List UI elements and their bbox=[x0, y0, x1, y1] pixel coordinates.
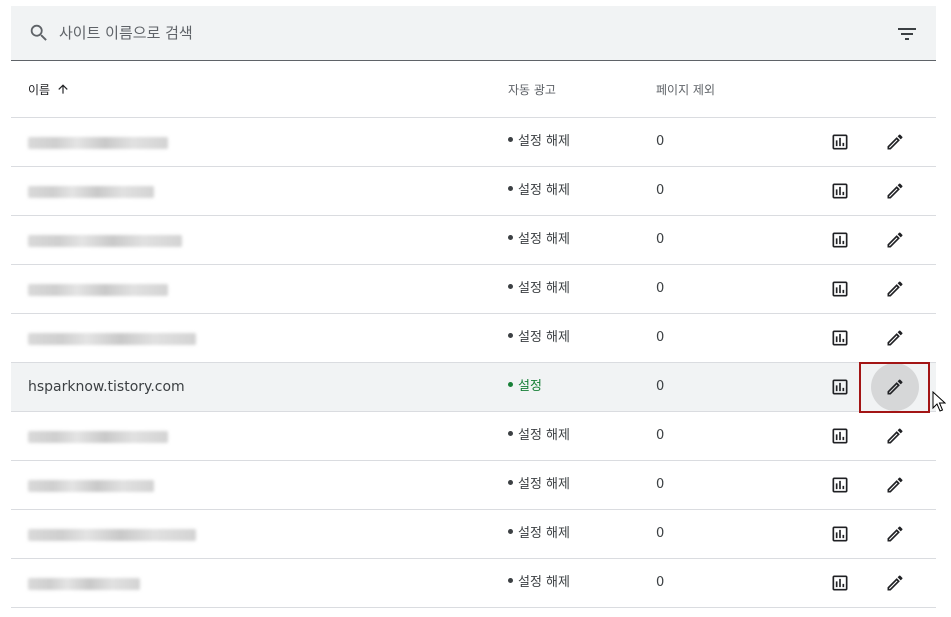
excluded-pages-count: 0 bbox=[656, 477, 665, 492]
auto-ads-status-label: 설정 해제 bbox=[518, 575, 570, 590]
column-header-auto-ads: 자동 광고 bbox=[508, 83, 556, 97]
table-row[interactable]: 설정 해제 0 bbox=[11, 167, 936, 216]
excluded-pages-count: 0 bbox=[656, 134, 665, 149]
pencil-icon[interactable] bbox=[885, 328, 905, 348]
bar-chart-icon[interactable] bbox=[830, 181, 850, 201]
pencil-icon[interactable] bbox=[885, 279, 905, 299]
auto-ads-status: 설정 해제 bbox=[508, 314, 570, 362]
status-dot-icon bbox=[508, 333, 513, 338]
bar-chart-icon[interactable] bbox=[830, 328, 850, 348]
excluded-pages-count: 0 bbox=[656, 232, 665, 247]
filter-icon[interactable] bbox=[895, 22, 919, 46]
auto-ads-status-label: 설정 해제 bbox=[518, 330, 570, 345]
excluded-pages-count: 0 bbox=[656, 183, 665, 198]
table-row[interactable]: 설정 해제 0 bbox=[11, 216, 936, 265]
auto-ads-status-label: 설정 bbox=[518, 379, 542, 394]
pencil-icon[interactable] bbox=[885, 426, 905, 446]
search-icon bbox=[30, 24, 47, 41]
pencil-icon[interactable] bbox=[885, 230, 905, 250]
column-header-excluded-pages: 페이지 제외 bbox=[656, 83, 716, 97]
excluded-pages-count: 0 bbox=[656, 281, 665, 296]
auto-ads-status: 설정 해제 bbox=[508, 216, 570, 264]
status-dot-icon bbox=[508, 186, 513, 191]
site-name-redacted bbox=[28, 529, 196, 541]
auto-ads-status-label: 설정 해제 bbox=[518, 428, 570, 443]
excluded-pages-count: 0 bbox=[656, 379, 665, 394]
pencil-icon[interactable] bbox=[885, 132, 905, 152]
bar-chart-icon[interactable] bbox=[830, 524, 850, 544]
table-row[interactable]: 설정 해제 0 bbox=[11, 412, 936, 461]
auto-ads-status-label: 설정 해제 bbox=[518, 232, 570, 247]
status-dot-icon bbox=[508, 382, 513, 387]
status-dot-icon bbox=[508, 235, 513, 240]
status-dot-icon bbox=[508, 431, 513, 436]
column-header-name-label: 이름 bbox=[28, 83, 51, 97]
auto-ads-status: 설정 해제 bbox=[508, 118, 570, 166]
site-name-redacted bbox=[28, 333, 196, 345]
auto-ads-status-label: 설정 해제 bbox=[518, 477, 570, 492]
pencil-icon[interactable] bbox=[885, 524, 905, 544]
bar-chart-icon[interactable] bbox=[830, 426, 850, 446]
status-dot-icon bbox=[508, 480, 513, 485]
table-row[interactable]: 설정 해제 0 bbox=[11, 559, 936, 608]
auto-ads-status: 설정 해제 bbox=[508, 412, 570, 460]
site-name-redacted bbox=[28, 480, 154, 492]
status-dot-icon bbox=[508, 284, 513, 289]
excluded-pages-count: 0 bbox=[656, 526, 665, 541]
auto-ads-status: 설정 해제 bbox=[508, 167, 570, 215]
site-name-redacted bbox=[28, 284, 168, 296]
sites-table: 이름 자동 광고 페이지 제외 설정 해제 0 설정 해제 0 설정 해제 0 설정 해제 0… bbox=[11, 62, 946, 608]
site-name-redacted bbox=[28, 186, 154, 198]
bar-chart-icon[interactable] bbox=[830, 573, 850, 593]
table-row[interactable]: 설정 해제 0 bbox=[11, 118, 936, 167]
status-dot-icon bbox=[508, 578, 513, 583]
excluded-pages-count: 0 bbox=[656, 330, 665, 345]
site-name: hsparknow.tistory.com bbox=[28, 379, 185, 395]
auto-ads-status-label: 설정 해제 bbox=[518, 526, 570, 541]
table-row[interactable]: 설정 해제 0 bbox=[11, 265, 936, 314]
excluded-pages-count: 0 bbox=[656, 575, 665, 590]
table-row[interactable]: 설정 해제 0 bbox=[11, 314, 936, 363]
auto-ads-status-label: 설정 해제 bbox=[518, 183, 570, 198]
auto-ads-status-label: 설정 해제 bbox=[518, 134, 570, 149]
arrow-up-icon bbox=[58, 84, 68, 94]
pencil-icon[interactable] bbox=[885, 475, 905, 495]
pencil-icon[interactable] bbox=[885, 181, 905, 201]
search-bar[interactable]: 사이트 이름으로 검색 bbox=[11, 6, 936, 61]
site-name-redacted bbox=[28, 431, 168, 443]
bar-chart-icon[interactable] bbox=[830, 475, 850, 495]
auto-ads-status: 설정 bbox=[508, 363, 542, 411]
table-row[interactable]: 설정 해제 0 bbox=[11, 510, 936, 559]
bar-chart-icon[interactable] bbox=[830, 230, 850, 250]
highlight-box bbox=[859, 362, 930, 413]
auto-ads-status-label: 설정 해제 bbox=[518, 281, 570, 296]
bar-chart-icon[interactable] bbox=[830, 377, 850, 397]
auto-ads-status: 설정 해제 bbox=[508, 559, 570, 607]
status-dot-icon bbox=[508, 137, 513, 142]
site-name-redacted bbox=[28, 137, 168, 149]
column-header-name[interactable]: 이름 bbox=[28, 62, 70, 118]
status-dot-icon bbox=[508, 529, 513, 534]
search-input[interactable]: 사이트 이름으로 검색 bbox=[59, 22, 193, 44]
bar-chart-icon[interactable] bbox=[830, 132, 850, 152]
table-header: 이름 자동 광고 페이지 제외 bbox=[11, 62, 936, 118]
mouse-cursor-icon bbox=[932, 391, 946, 412]
bar-chart-icon[interactable] bbox=[830, 279, 850, 299]
auto-ads-status: 설정 해제 bbox=[508, 265, 570, 313]
site-name-redacted bbox=[28, 235, 182, 247]
auto-ads-status: 설정 해제 bbox=[508, 461, 570, 509]
table-row[interactable]: 설정 해제 0 bbox=[11, 461, 936, 510]
excluded-pages-count: 0 bbox=[656, 428, 665, 443]
pencil-icon[interactable] bbox=[885, 573, 905, 593]
table-row[interactable]: hsparknow.tistory.com 설정 0 bbox=[11, 362, 946, 413]
auto-ads-status: 설정 해제 bbox=[508, 510, 570, 558]
site-name-redacted bbox=[28, 578, 140, 590]
